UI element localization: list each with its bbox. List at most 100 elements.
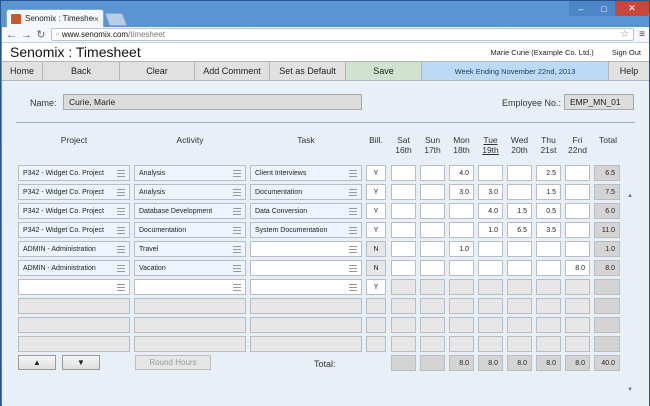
row-hours-input[interactable]: 6.5	[507, 222, 532, 238]
row-project-select[interactable]: P342 - Widget Co. Project	[18, 184, 130, 200]
browser-menu-icon[interactable]: ≡	[639, 29, 645, 40]
row-hours-input[interactable]	[536, 298, 561, 314]
row-activity-select[interactable]	[134, 317, 246, 333]
row-activity-select[interactable]	[134, 279, 246, 295]
row-hours-input[interactable]	[391, 279, 416, 295]
row-activity-select[interactable]: Travel	[134, 241, 246, 257]
row-hours-input[interactable]	[420, 222, 445, 238]
row-hours-input[interactable]	[507, 165, 532, 181]
row-task-select[interactable]	[250, 241, 362, 257]
list-icon[interactable]	[233, 227, 241, 234]
reload-icon[interactable]: ↻	[36, 28, 46, 41]
row-hours-input[interactable]: 1.5	[536, 184, 561, 200]
round-hours-button[interactable]: Round Hours	[135, 355, 211, 370]
row-hours-input[interactable]	[420, 241, 445, 257]
row-hours-input[interactable]	[478, 298, 503, 314]
row-hours-input[interactable]	[449, 279, 474, 295]
row-hours-input[interactable]	[565, 336, 590, 352]
row-billable-toggle[interactable]: Y	[366, 165, 386, 181]
row-hours-input[interactable]	[536, 336, 561, 352]
row-billable-toggle[interactable]: Y	[366, 222, 386, 238]
row-hours-input[interactable]	[507, 260, 532, 276]
row-hours-input[interactable]	[391, 222, 416, 238]
list-icon[interactable]	[233, 208, 241, 215]
row-activity-select[interactable]: Documentation	[134, 222, 246, 238]
row-project-select[interactable]: P342 - Widget Co. Project	[18, 222, 130, 238]
back-arrow-icon[interactable]: ←	[6, 29, 17, 41]
row-hours-input[interactable]	[478, 317, 503, 333]
maximize-icon[interactable]: □	[593, 1, 615, 16]
move-down-button[interactable]: ▼	[62, 355, 100, 370]
row-hours-input[interactable]	[507, 317, 532, 333]
row-billable-toggle[interactable]: N	[366, 260, 386, 276]
scroll-down-icon[interactable]: ▼	[626, 387, 634, 393]
row-hours-input[interactable]: 1.0	[449, 241, 474, 257]
address-bar[interactable]: ▫ www.senomix.com/timesheet ☆	[51, 28, 635, 41]
row-hours-input[interactable]	[478, 241, 503, 257]
close-window-icon[interactable]: ✕	[615, 1, 649, 16]
row-task-select[interactable]: Client Interviews	[250, 165, 362, 181]
scrollbar[interactable]: ▲ ▼	[626, 193, 634, 393]
row-billable-toggle[interactable]: N	[366, 241, 386, 257]
row-hours-input[interactable]: 4.0	[449, 165, 474, 181]
list-icon[interactable]	[349, 246, 357, 253]
list-icon[interactable]	[349, 227, 357, 234]
row-activity-select[interactable]: Analysis	[134, 165, 246, 181]
row-hours-input[interactable]	[507, 336, 532, 352]
row-hours-input[interactable]	[420, 279, 445, 295]
row-hours-input[interactable]	[565, 165, 590, 181]
sign-out-link[interactable]: Sign Out	[612, 48, 641, 57]
row-activity-select[interactable]: Vacation	[134, 260, 246, 276]
row-hours-input[interactable]	[507, 298, 532, 314]
row-hours-input[interactable]	[391, 184, 416, 200]
row-hours-input[interactable]	[391, 165, 416, 181]
list-icon[interactable]	[117, 246, 125, 253]
row-hours-input[interactable]	[565, 241, 590, 257]
row-project-select[interactable]: ADMIN - Administration	[18, 260, 130, 276]
row-project-select[interactable]	[18, 298, 130, 314]
row-project-select[interactable]	[18, 317, 130, 333]
list-icon[interactable]	[233, 189, 241, 196]
list-icon[interactable]	[233, 284, 241, 291]
row-billable-toggle[interactable]	[366, 298, 386, 314]
row-hours-input[interactable]	[478, 336, 503, 352]
row-hours-input[interactable]	[507, 184, 532, 200]
row-hours-input[interactable]	[507, 241, 532, 257]
row-billable-toggle[interactable]	[366, 317, 386, 333]
row-hours-input[interactable]	[391, 241, 416, 257]
list-icon[interactable]	[117, 265, 125, 272]
list-icon[interactable]	[349, 208, 357, 215]
row-hours-input[interactable]	[449, 260, 474, 276]
row-task-select[interactable]	[250, 260, 362, 276]
scroll-up-icon[interactable]: ▲	[626, 193, 634, 199]
row-billable-toggle[interactable]: Y	[366, 184, 386, 200]
back-button[interactable]: Back	[43, 62, 120, 80]
minimize-icon[interactable]: –	[569, 1, 593, 16]
row-task-select[interactable]	[250, 279, 362, 295]
list-icon[interactable]	[349, 170, 357, 177]
row-hours-input[interactable]	[565, 317, 590, 333]
row-hours-input[interactable]	[507, 279, 532, 295]
row-project-select[interactable]	[18, 336, 130, 352]
row-hours-input[interactable]	[420, 260, 445, 276]
list-icon[interactable]	[117, 227, 125, 234]
list-icon[interactable]	[349, 265, 357, 272]
row-hours-input[interactable]: 2.5	[536, 165, 561, 181]
clear-button[interactable]: Clear	[120, 62, 195, 80]
row-task-select[interactable]: System Documentation	[250, 222, 362, 238]
row-hours-input[interactable]	[449, 317, 474, 333]
row-activity-select[interactable]: Analysis	[134, 184, 246, 200]
row-hours-input[interactable]: 8.0	[565, 260, 590, 276]
list-icon[interactable]	[117, 208, 125, 215]
row-task-select[interactable]: Documentation	[250, 184, 362, 200]
row-project-select[interactable]: P342 - Widget Co. Project	[18, 203, 130, 219]
row-hours-input[interactable]	[565, 184, 590, 200]
row-hours-input[interactable]: 4.0	[478, 203, 503, 219]
list-icon[interactable]	[117, 284, 125, 291]
row-hours-input[interactable]	[420, 165, 445, 181]
row-hours-input[interactable]	[565, 279, 590, 295]
row-hours-input[interactable]	[536, 260, 561, 276]
row-hours-input[interactable]	[420, 317, 445, 333]
forward-arrow-icon[interactable]: →	[21, 29, 32, 41]
row-billable-toggle[interactable]: Y	[366, 203, 386, 219]
